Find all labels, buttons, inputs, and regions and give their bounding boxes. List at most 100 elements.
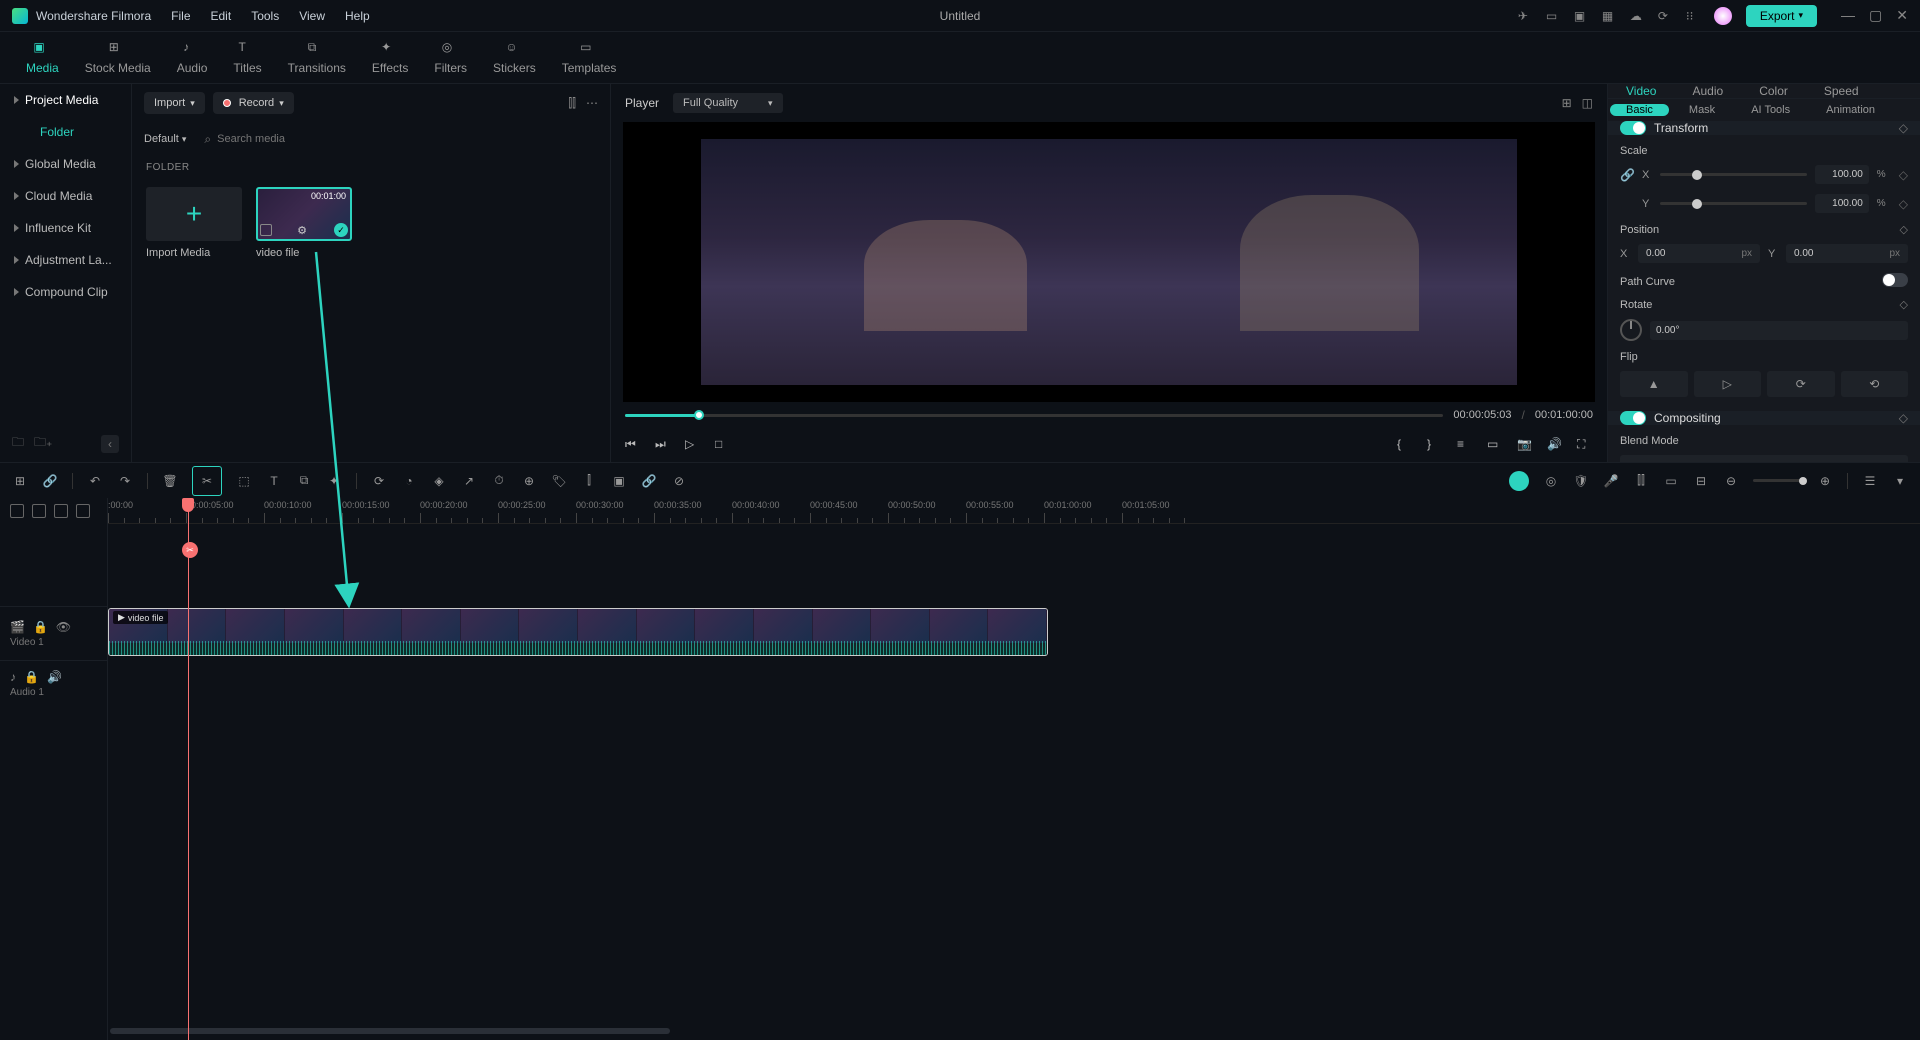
cut-marker[interactable]: ✂ xyxy=(182,542,198,558)
link-icon[interactable]: 🔗 xyxy=(42,473,58,489)
subtab-ai[interactable]: AI Tools xyxy=(1735,104,1806,116)
compositing-toggle[interactable] xyxy=(1620,411,1646,425)
tree-adjustment[interactable]: Adjustment La... xyxy=(0,244,131,276)
insp-tab-color[interactable]: Color xyxy=(1741,84,1806,98)
timer-icon[interactable]: ⏱ xyxy=(491,473,507,489)
layout-icon[interactable]: ⊞ xyxy=(1562,96,1572,110)
scale-y-value[interactable]: 100.00 xyxy=(1815,194,1869,213)
collapse-sidebar[interactable]: ‹ xyxy=(101,435,119,453)
insp-tab-audio[interactable]: Audio xyxy=(1674,84,1741,98)
tab-effects[interactable]: ✦Effects xyxy=(360,36,420,79)
menu-file[interactable]: File xyxy=(171,9,190,23)
view-mode-icon[interactable]: ☰ xyxy=(1862,473,1878,489)
copy-icon[interactable]: ⧉ xyxy=(296,473,312,489)
magnet-icon[interactable]: ⊞ xyxy=(12,473,28,489)
scale-x-value[interactable]: 100.00 xyxy=(1815,165,1869,184)
insp-tab-video[interactable]: Video xyxy=(1608,84,1674,98)
import-button[interactable]: Import▾ xyxy=(144,92,205,114)
prev-frame-icon[interactable]: ⏮ xyxy=(625,437,641,453)
record-vo-icon[interactable]: ◎ xyxy=(1543,473,1559,489)
tab-media[interactable]: ▣Media xyxy=(14,36,71,79)
menu-help[interactable]: Help xyxy=(345,9,370,23)
play-icon[interactable]: ▷ xyxy=(685,437,701,453)
tree-folder[interactable]: Folder xyxy=(0,116,131,148)
thumb-settings-icon[interactable]: ⚙ xyxy=(297,224,307,237)
timeline-scrollbar[interactable] xyxy=(108,1028,1920,1036)
scale-y-slider[interactable] xyxy=(1660,202,1807,205)
color-indicator[interactable] xyxy=(1509,471,1529,491)
sort-dropdown[interactable]: Default▾ xyxy=(144,133,186,145)
video-viewport[interactable] xyxy=(623,122,1595,402)
export-clip-icon[interactable]: ↗ xyxy=(461,473,477,489)
tree-cloud-media[interactable]: Cloud Media xyxy=(0,180,131,212)
video-thumb[interactable]: 00:01:00 ⚙ ✓ video file xyxy=(256,187,352,259)
render-icon[interactable]: ▭ xyxy=(1663,473,1679,489)
menu-edit[interactable]: Edit xyxy=(211,9,232,23)
tab-titles[interactable]: TTitles xyxy=(221,36,273,79)
grid-icon[interactable]: ▦ xyxy=(1602,9,1616,23)
menu-view[interactable]: View xyxy=(299,9,325,23)
tl-opt2[interactable] xyxy=(32,504,46,518)
maximize-button[interactable]: ▢ xyxy=(1869,7,1882,24)
tab-audio[interactable]: ♪Audio xyxy=(165,36,220,79)
flip-v-button[interactable]: ▷ xyxy=(1694,371,1762,397)
volume-icon[interactable]: 🔊 xyxy=(1547,437,1563,453)
tl-opt3[interactable] xyxy=(54,504,68,518)
marker-icon[interactable]: 🏷 xyxy=(551,473,567,489)
avatar[interactable] xyxy=(1714,7,1732,25)
audio-track-head[interactable]: ♪🔒🔊 Audio 1 xyxy=(0,660,107,706)
tl-opt4[interactable] xyxy=(76,504,90,518)
transform-toggle[interactable] xyxy=(1620,121,1646,135)
flip-h-button[interactable]: ▲ xyxy=(1620,371,1688,397)
group-icon[interactable]: ▣ xyxy=(611,473,627,489)
speed-icon[interactable]: ⟳ xyxy=(371,473,387,489)
keyframe-icon[interactable]: ◇ xyxy=(1899,121,1908,135)
export-button[interactable]: Export▾ xyxy=(1746,5,1817,27)
delete-icon[interactable]: 🗑 xyxy=(162,473,178,489)
timeline-ruler[interactable]: :00:0000:00:05:0000:00:10:0000:00:15:000… xyxy=(108,498,1920,524)
keyframe-tool-icon[interactable]: ◈ xyxy=(431,473,447,489)
tl-opt1[interactable] xyxy=(10,504,24,518)
message-icon[interactable]: ▭ xyxy=(1546,9,1560,23)
split-button[interactable]: ✂ xyxy=(192,466,222,496)
fullscreen-icon[interactable]: ⛶ xyxy=(1577,437,1593,453)
import-media-card[interactable]: + Import Media xyxy=(146,187,242,259)
cloud-icon[interactable]: ☁ xyxy=(1630,9,1644,23)
more-icon[interactable]: ⋯ xyxy=(586,96,598,111)
close-button[interactable]: ✕ xyxy=(1896,7,1908,24)
snapshot-icon[interactable]: 📷 xyxy=(1517,437,1533,453)
minimize-button[interactable]: — xyxy=(1841,7,1855,24)
effect-icon[interactable]: ✦ xyxy=(326,473,342,489)
fit-icon[interactable]: ⊕ xyxy=(521,473,537,489)
mark-out-icon[interactable]: } xyxy=(1427,437,1443,453)
track-icon[interactable]: ⫿ xyxy=(581,473,597,489)
filter-icon[interactable]: ⫿⫿ xyxy=(568,96,576,111)
quality-dropdown[interactable]: Full Quality▾ xyxy=(673,93,783,113)
tree-global-media[interactable]: Global Media xyxy=(0,148,131,180)
text-icon[interactable]: T xyxy=(266,473,282,489)
video-track-head[interactable]: 🎬🔒👁 Video 1 xyxy=(0,606,107,660)
kf-icon[interactable]: ◇ xyxy=(1899,168,1908,182)
pos-x-input[interactable]: 0.00px xyxy=(1638,244,1760,263)
new-folder-icon[interactable]: 🗀₊ xyxy=(34,433,52,454)
rotate-value[interactable]: 0.00° xyxy=(1650,321,1908,340)
subtab-basic[interactable]: Basic xyxy=(1610,104,1669,116)
tab-stickers[interactable]: ☺Stickers xyxy=(481,36,548,79)
undo-icon[interactable]: ↶ xyxy=(87,473,103,489)
pos-y-input[interactable]: 0.00px xyxy=(1786,244,1908,263)
redo-icon[interactable]: ↷ xyxy=(117,473,133,489)
search-input[interactable] xyxy=(217,133,590,145)
tab-filters[interactable]: ◎Filters xyxy=(422,36,479,79)
color-icon[interactable]: ◔ xyxy=(401,473,417,489)
mic-icon[interactable]: 🎤 xyxy=(1603,473,1619,489)
list-icon[interactable]: ≡ xyxy=(1457,437,1473,453)
video-clip[interactable]: ▶video file xyxy=(108,608,1048,656)
scale-x-slider[interactable] xyxy=(1660,173,1807,176)
tree-compound[interactable]: Compound Clip xyxy=(0,276,131,308)
path-curve-toggle[interactable] xyxy=(1882,273,1908,287)
proxy-icon[interactable]: ⊟ xyxy=(1693,473,1709,489)
tab-stock-media[interactable]: ⊞Stock Media xyxy=(73,36,163,79)
compare-icon[interactable]: ◫ xyxy=(1582,96,1593,110)
menu-tools[interactable]: Tools xyxy=(251,9,279,23)
rotate-knob[interactable] xyxy=(1620,319,1642,341)
